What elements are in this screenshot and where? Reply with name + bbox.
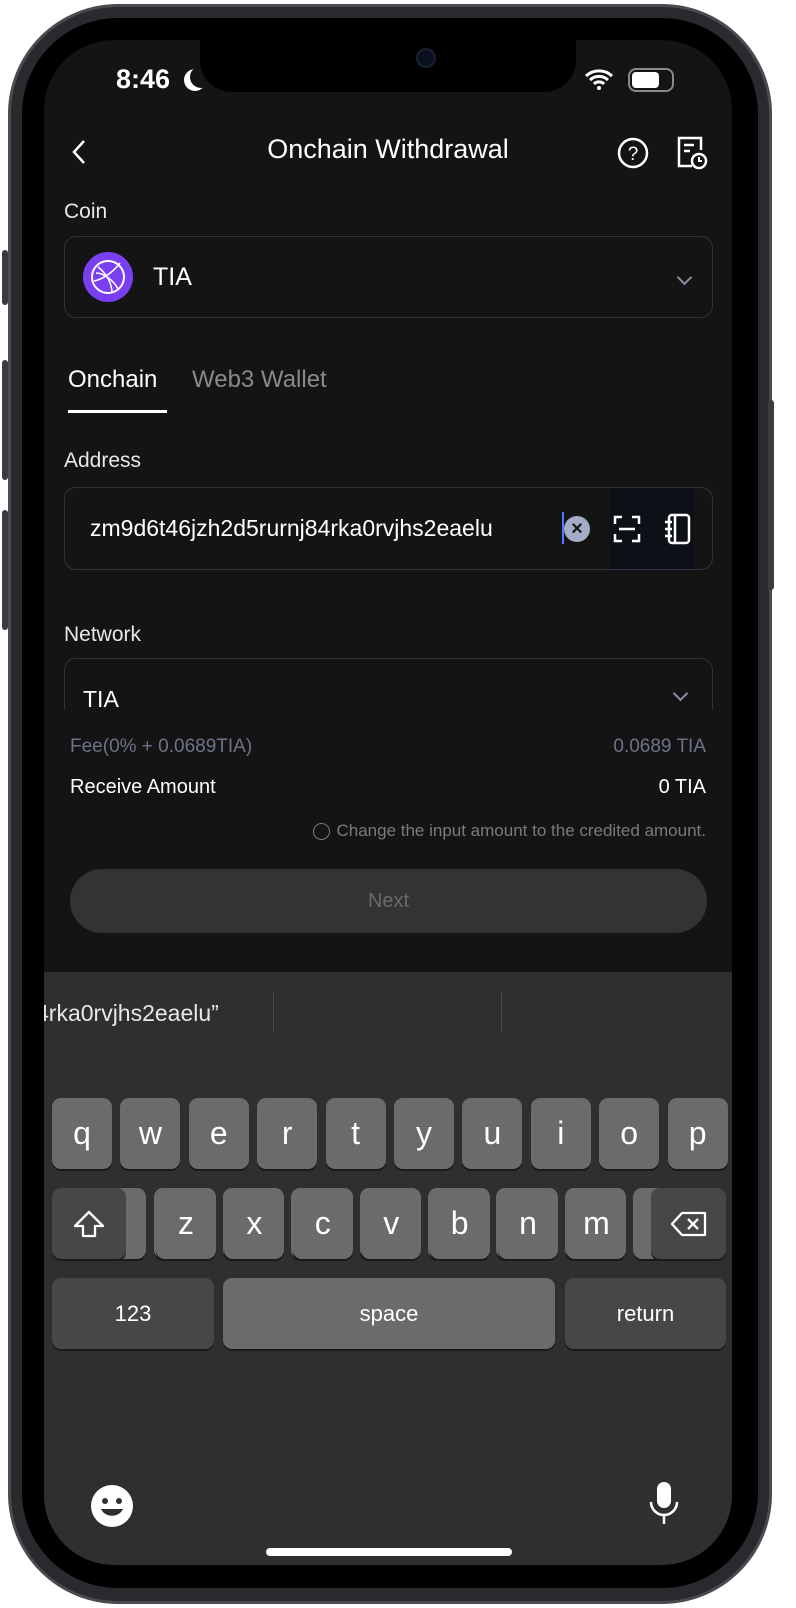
backspace-icon <box>670 1211 706 1236</box>
tab-web3-wallet[interactable]: Web3 Wallet <box>192 366 327 394</box>
tia-coin-icon <box>83 252 133 302</box>
key-b[interactable]: b <box>429 1188 490 1259</box>
moon-icon <box>190 66 212 88</box>
wifi-icon <box>584 69 614 90</box>
camera-icon <box>416 48 436 68</box>
shift-key[interactable] <box>52 1188 126 1259</box>
key-u[interactable]: u <box>462 1098 523 1169</box>
scan-icon[interactable] <box>613 515 641 543</box>
network-select[interactable]: TIA <box>64 658 713 710</box>
hint-row: Change the input amount to the credited … <box>313 821 706 841</box>
address-input[interactable]: zm9d6t46jzh2d5rurnj84rka0rvjhs2eaelu <box>90 515 493 542</box>
microphone-icon[interactable] <box>648 1480 680 1526</box>
key-return[interactable]: return <box>565 1278 726 1349</box>
delete-key[interactable] <box>651 1188 726 1259</box>
key-i[interactable]: i <box>530 1098 591 1169</box>
divider <box>273 992 274 1032</box>
key-o[interactable]: o <box>599 1098 660 1169</box>
shift-icon <box>73 1210 105 1237</box>
network-value: TIA <box>83 686 119 710</box>
coin-select[interactable]: TIA <box>64 236 713 318</box>
fee-label: Fee(0% + 0.0689TIA) <box>70 736 253 757</box>
key-e[interactable]: e <box>188 1098 249 1169</box>
coin-value: TIA <box>153 262 192 291</box>
history-icon[interactable] <box>674 134 710 172</box>
mute-switch <box>2 250 8 305</box>
key-z[interactable]: z <box>156 1188 216 1259</box>
clear-icon[interactable]: × <box>564 516 590 542</box>
fee-value: 0.0689 TIA <box>613 736 706 757</box>
key-p[interactable]: p <box>667 1098 728 1169</box>
tab-indicator <box>68 410 167 413</box>
key-x[interactable]: x <box>224 1188 285 1259</box>
emoji-icon[interactable] <box>90 1484 134 1528</box>
volume-down-button <box>2 510 8 630</box>
divider <box>501 992 502 1032</box>
key-q[interactable]: q <box>52 1098 112 1169</box>
next-button[interactable]: Next <box>70 869 707 933</box>
home-indicator[interactable] <box>266 1548 512 1556</box>
volume-up-button <box>2 360 8 480</box>
convert-icon <box>313 822 331 840</box>
chevron-down-icon <box>676 269 693 285</box>
battery-icon <box>628 68 674 92</box>
keyboard: 4rka0rvjhs2eaelu” qwertyuiopasdfghjklzxc… <box>44 972 732 1565</box>
network-label: Network <box>64 623 142 646</box>
notch <box>200 40 576 92</box>
receive-value: 0 TIA <box>658 776 706 798</box>
suggestion-1[interactable]: 4rka0rvjhs2eaelu” <box>44 1000 219 1027</box>
help-icon[interactable]: ? <box>616 136 650 170</box>
key-r[interactable]: r <box>257 1098 318 1169</box>
key-c[interactable]: c <box>292 1188 353 1259</box>
receive-label: Receive Amount <box>70 776 216 798</box>
key-123[interactable]: 123 <box>52 1278 214 1349</box>
address-label: Address <box>64 449 142 472</box>
address-book-icon[interactable] <box>663 513 693 545</box>
tab-onchain[interactable]: Onchain <box>68 366 157 394</box>
key-w[interactable]: w <box>120 1098 181 1169</box>
key-m[interactable]: m <box>566 1188 627 1259</box>
key-t[interactable]: t <box>325 1098 386 1169</box>
key-n[interactable]: n <box>498 1188 558 1259</box>
svg-text:?: ? <box>628 144 639 165</box>
status-time: 8:46 <box>116 64 171 94</box>
key-y[interactable]: y <box>394 1098 454 1169</box>
power-button <box>768 400 774 590</box>
key-space[interactable]: space <box>223 1278 555 1349</box>
hint-text: Change the input amount to the credited … <box>336 821 706 840</box>
address-field[interactable]: zm9d6t46jzh2d5rurnj84rka0rvjhs2eaelu × <box>64 487 713 570</box>
coin-label: Coin <box>64 200 108 223</box>
key-v[interactable]: v <box>361 1188 422 1259</box>
screen: 8:46 Onchain Withdrawal ? Coin TIA Oncha… <box>44 40 732 1565</box>
